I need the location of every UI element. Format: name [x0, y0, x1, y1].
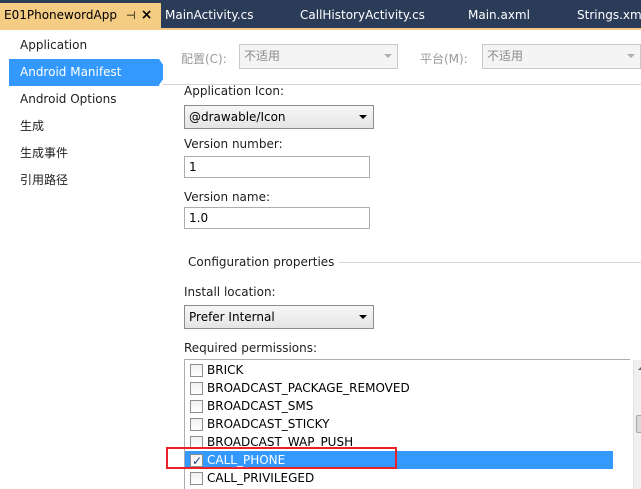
version-name-value: 1.0: [189, 211, 209, 225]
permission-name: CALL_PRIVILEGED: [207, 471, 315, 485]
close-icon[interactable]: ×: [141, 3, 153, 28]
permission-checkbox[interactable]: [190, 364, 203, 377]
configuration-value: 不适用: [244, 49, 281, 63]
install-location-value: Prefer Internal: [189, 310, 275, 324]
tab-label: E01PhonewordApp: [4, 8, 117, 22]
tab-strings-xml[interactable]: Strings.xml: [577, 3, 641, 28]
nav-item-reference-paths[interactable]: 引用路径: [9, 167, 159, 194]
tab-label: CallHistoryActivity.cs: [300, 8, 425, 22]
chevron-down-icon: [359, 315, 367, 319]
tab-callhistoryactivity[interactable]: CallHistoryActivity.cs: [300, 3, 425, 28]
platform-label: 平台(M):: [420, 52, 468, 66]
document-tab-strip: E01PhonewordApp ⊣ × MainActivity.cs Call…: [0, 0, 641, 30]
list-item[interactable]: BROADCAST_PACKAGE_REMOVED: [185, 379, 613, 397]
permission-checkbox[interactable]: [190, 400, 203, 413]
list-item[interactable]: BRICK: [185, 361, 613, 379]
app-icon-value: @drawable/Icon: [189, 110, 286, 124]
install-location-label: Install location:: [184, 285, 276, 299]
list-item[interactable]: BROADCAST_STICKY: [185, 415, 613, 433]
install-location-select[interactable]: Prefer Internal: [184, 305, 374, 329]
permission-checkbox[interactable]: [190, 418, 203, 431]
pin-icon[interactable]: ⊣: [125, 3, 137, 28]
permissions-scrollbar[interactable]: [633, 360, 641, 489]
manifest-settings-panel: Application Icon: @drawable/Icon Version…: [163, 85, 641, 489]
configuration-bar: 配置(C): 不适用 平台(M): 不适用: [163, 30, 641, 84]
nav-item-label: Application: [20, 38, 88, 52]
configuration-select[interactable]: 不适用: [239, 44, 398, 69]
permissions-list[interactable]: BRICK BROADCAST_PACKAGE_REMOVED BROADCAS…: [184, 359, 641, 489]
nav-item-label: 引用路径: [20, 173, 69, 187]
tab-main-axml[interactable]: Main.axml: [468, 3, 530, 28]
version-number-field[interactable]: 1: [184, 156, 370, 178]
nav-item-label: 生成: [20, 119, 45, 133]
app-icon-select[interactable]: @drawable/Icon: [184, 105, 374, 129]
tab-label: Main.axml: [468, 8, 530, 22]
section-divider: [339, 262, 641, 263]
nav-item-build-events[interactable]: 生成事件: [9, 140, 159, 167]
permission-name: BROADCAST_SMS: [207, 399, 314, 413]
permission-name: BROADCAST_PACKAGE_REMOVED: [207, 381, 410, 395]
chevron-down-icon: [384, 54, 392, 58]
permission-name: BROADCAST_WAP_PUSH: [207, 435, 354, 449]
permission-name: CALL_PHONE: [207, 453, 286, 467]
version-number-label: Version number:: [184, 137, 283, 151]
scrollbar-thumb[interactable]: [636, 415, 641, 433]
version-number-value: 1: [189, 160, 197, 174]
list-item-selected[interactable]: CALL_PHONE: [185, 451, 613, 470]
version-name-label: Version name:: [184, 190, 271, 204]
list-item[interactable]: CALL_PRIVILEGED: [185, 469, 613, 487]
tab-label: Strings.xml: [577, 8, 641, 22]
nav-item-android-options[interactable]: Android Options: [9, 86, 159, 113]
chevron-down-icon: [627, 54, 635, 58]
configuration-label: 配置(C):: [181, 52, 227, 66]
nav-item-label: Android Options: [20, 92, 117, 106]
nav-item-build[interactable]: 生成: [9, 113, 159, 140]
version-name-field[interactable]: 1.0: [184, 207, 370, 229]
permission-checkbox[interactable]: [190, 436, 203, 449]
tab-e01phonewordapp[interactable]: E01PhonewordApp ⊣ ×: [0, 3, 161, 30]
project-properties-nav: Application Android Manifest Android Opt…: [0, 30, 168, 489]
tab-mainactivity[interactable]: MainActivity.cs: [165, 3, 253, 28]
tab-label: MainActivity.cs: [165, 8, 254, 22]
nav-item-label: Android Manifest: [20, 65, 122, 79]
platform-select[interactable]: 不适用: [482, 44, 641, 69]
permission-checkbox-checked[interactable]: [190, 452, 203, 470]
nav-item-application[interactable]: Application: [9, 32, 159, 59]
nav-item-label: 生成事件: [20, 146, 69, 160]
nav-item-android-manifest[interactable]: Android Manifest: [9, 59, 168, 86]
platform-value: 不适用: [487, 49, 524, 63]
configuration-properties-title: Configuration properties: [188, 255, 343, 269]
chevron-down-icon: [359, 115, 367, 119]
required-permissions-label: Required permissions:: [184, 341, 318, 355]
permission-checkbox[interactable]: [190, 472, 203, 485]
permission-checkbox[interactable]: [190, 382, 203, 395]
permission-name: BRICK: [207, 363, 244, 377]
app-icon-label: Application Icon:: [184, 85, 284, 98]
list-item[interactable]: BROADCAST_WAP_PUSH: [185, 433, 613, 451]
permission-name: BROADCAST_STICKY: [207, 417, 330, 431]
list-item[interactable]: BROADCAST_SMS: [185, 397, 613, 415]
